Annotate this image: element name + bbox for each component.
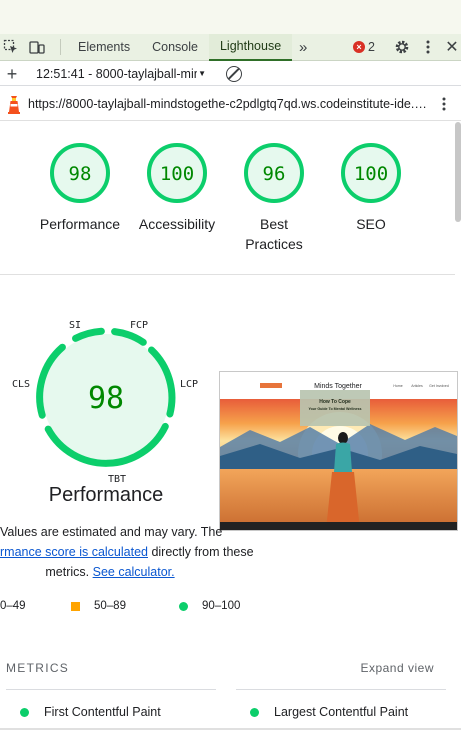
site-preview-image: Minds Together Home Articles Get Involve… xyxy=(220,372,457,530)
chevron-down-icon: ▼ xyxy=(198,69,206,78)
gauge-label-seo: SEO xyxy=(356,216,386,232)
legend-average-label: 50–89 xyxy=(94,600,126,612)
legend-fail: 0–49 xyxy=(0,600,26,612)
preview-nav-articles: Articles xyxy=(411,384,423,388)
lighthouse-logo-icon xyxy=(6,94,22,114)
metrics-divider-left xyxy=(6,689,216,690)
preview-banner-line2: Your Guide To Mental Wellness xyxy=(308,407,361,411)
tab-elements[interactable]: Elements xyxy=(67,34,141,61)
gauge-best-practices[interactable]: 96 Best Practices xyxy=(224,141,324,254)
score-calculated-link[interactable]: rmance score is calculated xyxy=(0,545,148,559)
metric-fcp-label: First Contentful Paint xyxy=(44,705,161,719)
gauge-score-performance: 98 xyxy=(69,163,92,185)
gauge-ring-seo: 100 xyxy=(341,143,401,203)
more-tabs-icon[interactable]: » xyxy=(294,38,312,56)
error-counter[interactable]: × 2 xyxy=(353,40,375,54)
metric-fcp: First Contentful Paint xyxy=(20,705,161,719)
see-calculator-link[interactable]: See calculator. xyxy=(93,565,175,579)
devtools-tabbar: Elements Console Lighthouse » × 2 ✕ xyxy=(0,33,461,61)
performance-gauge-large: 98 SI FCP LCP TBT CLS xyxy=(12,320,198,485)
score-scale-legend: 0–49 50–89 90–100 xyxy=(0,600,260,616)
preview-site-title: Minds Together xyxy=(314,383,362,390)
gauge-label-accessibility: Accessibility xyxy=(138,216,216,232)
preview-banner-line1: How To Cope xyxy=(319,399,351,405)
inspect-element-icon[interactable] xyxy=(2,38,20,56)
metric-lcp: Largest Contentful Paint xyxy=(250,705,408,719)
gauge-score-accessibility: 100 xyxy=(160,163,194,185)
metric-lcp-label: Largest Contentful Paint xyxy=(274,705,409,719)
tab-console[interactable]: Console xyxy=(141,34,209,61)
settings-gear-icon[interactable] xyxy=(393,38,411,56)
error-count: 2 xyxy=(368,40,375,54)
gauge-score-seo: 100 xyxy=(354,163,388,185)
final-screenshot-thumbnail[interactable]: Minds Together Home Articles Get Involve… xyxy=(219,371,458,531)
metric-tag-si: SI xyxy=(69,320,81,331)
gauge-ring-performance: 98 xyxy=(50,143,110,203)
description-line-2: rmance score is calculated directly from… xyxy=(0,542,254,562)
pass-circle-icon xyxy=(250,707,259,717)
close-devtools-icon[interactable]: ✕ xyxy=(443,38,461,56)
pass-circle-icon xyxy=(179,601,188,611)
more-options-icon[interactable] xyxy=(419,38,437,56)
metrics-title: METRICS xyxy=(6,661,70,675)
legend-pass: 90–100 xyxy=(179,600,240,612)
gauge-label-performance: Performance xyxy=(39,216,121,232)
gauge-ring-best-practices: 96 xyxy=(244,143,304,203)
preview-cta-chip xyxy=(260,383,282,388)
report-select-label: 12:51:41 - 8000-taylajball-mind xyxy=(36,66,198,81)
metrics-header: METRICS Expand view xyxy=(0,658,455,676)
gauge-seo[interactable]: 100 SEO xyxy=(321,141,421,234)
new-report-plus-icon[interactable]: + xyxy=(2,64,22,84)
gauge-ring-accessibility: 100 xyxy=(147,143,207,203)
gauge-label-best-practices: Best Practices xyxy=(245,216,303,252)
device-toolbar-icon[interactable] xyxy=(28,38,46,56)
metric-tag-lcp: LCP xyxy=(180,379,198,390)
performance-title: Performance xyxy=(48,484,164,506)
preview-nav-home: Home xyxy=(393,384,402,388)
description-metrics-text: metrics. xyxy=(45,565,90,579)
report-select[interactable]: 12:51:41 - 8000-taylajball-mind ▼ xyxy=(36,67,206,81)
average-square-icon xyxy=(71,601,80,611)
metrics-divider-right xyxy=(236,689,446,690)
description-line-3: metrics. See calculator. xyxy=(0,562,220,582)
legend-pass-label: 90–100 xyxy=(202,600,241,612)
clear-reports-icon[interactable] xyxy=(226,65,242,82)
toolbar-separator xyxy=(60,39,61,55)
gauge-score-best-practices: 96 xyxy=(263,163,286,185)
lighthouse-session-bar: + 12:51:41 - 8000-taylajball-mind ▼ xyxy=(0,62,461,86)
performance-description: Values are estimated and may vary. The r… xyxy=(0,522,254,582)
expand-view-toggle[interactable]: Expand view xyxy=(360,661,434,675)
metric-tag-cls: CLS xyxy=(12,379,30,390)
report-url-bar: https://8000-taylajball-mindstogethe-c2p… xyxy=(0,87,461,121)
url-more-options-icon[interactable] xyxy=(442,97,446,111)
description-line-1: Values are estimated and may vary. The xyxy=(0,525,223,539)
preview-nav-involved: Get Involved xyxy=(429,384,449,388)
error-icon: × xyxy=(353,41,366,53)
report-url[interactable]: https://8000-taylajball-mindstogethe-c2p… xyxy=(28,97,428,111)
metric-tag-fcp: FCP xyxy=(130,320,148,331)
score-summary: 98 Performance 100 Accessibility 96 Best… xyxy=(0,135,455,275)
section-divider xyxy=(0,274,455,275)
legend-fail-label: 0–49 xyxy=(0,600,26,612)
tab-lighthouse[interactable]: Lighthouse xyxy=(208,33,293,61)
pass-circle-icon xyxy=(20,707,29,717)
gauge-performance[interactable]: 98 Performance xyxy=(30,141,130,234)
vertical-scrollbar[interactable] xyxy=(455,122,461,222)
gauge-accessibility[interactable]: 100 Accessibility xyxy=(127,141,227,234)
description-line-2-text: directly from these xyxy=(147,545,254,559)
performance-score-large: 98 xyxy=(88,381,124,416)
window-top-strip xyxy=(0,0,461,34)
legend-average: 50–89 xyxy=(71,600,126,612)
